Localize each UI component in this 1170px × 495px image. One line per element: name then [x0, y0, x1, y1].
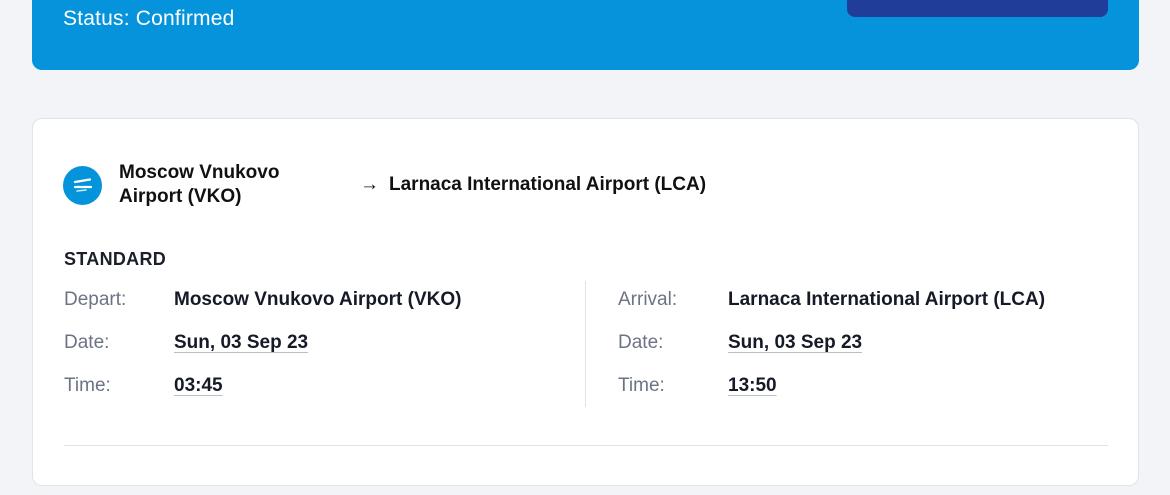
time-label: Time: — [64, 375, 111, 396]
depart-time[interactable]: 03:45 — [174, 375, 223, 397]
arrival-airport: Larnaca International Airport (LCA) — [728, 289, 1046, 310]
departure-details: Depart: Moscow Vnukovo Airport (VKO) Dat… — [64, 289, 461, 418]
depart-time-row: Time: 03:45 — [64, 375, 461, 418]
time-label: Time: — [618, 375, 665, 396]
booking-status-banner: Status: Confirmed — [32, 0, 1139, 70]
flight-details-card: Moscow Vnukovo Airport (VKO) → Larnaca I… — [32, 118, 1139, 486]
origin-airport: Moscow Vnukovo Airport (VKO) — [119, 162, 280, 207]
arrival-row: Arrival: Larnaca International Airport (… — [618, 289, 1045, 332]
depart-date[interactable]: Sun, 03 Sep 23 — [174, 332, 308, 354]
arrival-date[interactable]: Sun, 03 Sep 23 — [728, 332, 862, 354]
section-divider — [64, 445, 1108, 446]
depart-row: Depart: Moscow Vnukovo Airport (VKO) — [64, 289, 461, 332]
flight-route: Moscow Vnukovo Airport (VKO) → Larnaca I… — [63, 159, 706, 211]
arrival-details: Arrival: Larnaca International Airport (… — [618, 289, 1045, 418]
arrival-time-row: Time: 13:50 — [618, 375, 1045, 418]
destination-airport: Larnaca International Airport (LCA) — [389, 174, 707, 195]
booking-status: Status: Confirmed — [63, 7, 235, 30]
airline-logo-icon — [63, 165, 102, 205]
depart-date-row: Date: Sun, 03 Sep 23 — [64, 332, 461, 375]
date-label: Date: — [618, 332, 664, 353]
depart-airport: Moscow Vnukovo Airport (VKO) — [174, 289, 462, 310]
column-divider — [585, 281, 586, 407]
fare-class: STANDARD — [64, 249, 167, 269]
depart-label: Depart: — [64, 289, 127, 310]
date-label: Date: — [64, 332, 110, 353]
arrival-date-row: Date: Sun, 03 Sep 23 — [618, 332, 1045, 375]
arrival-label: Arrival: — [618, 289, 678, 310]
route-arrow-icon: → — [360, 174, 379, 195]
arrival-time[interactable]: 13:50 — [728, 375, 777, 397]
banner-action-button[interactable] — [847, 0, 1108, 17]
